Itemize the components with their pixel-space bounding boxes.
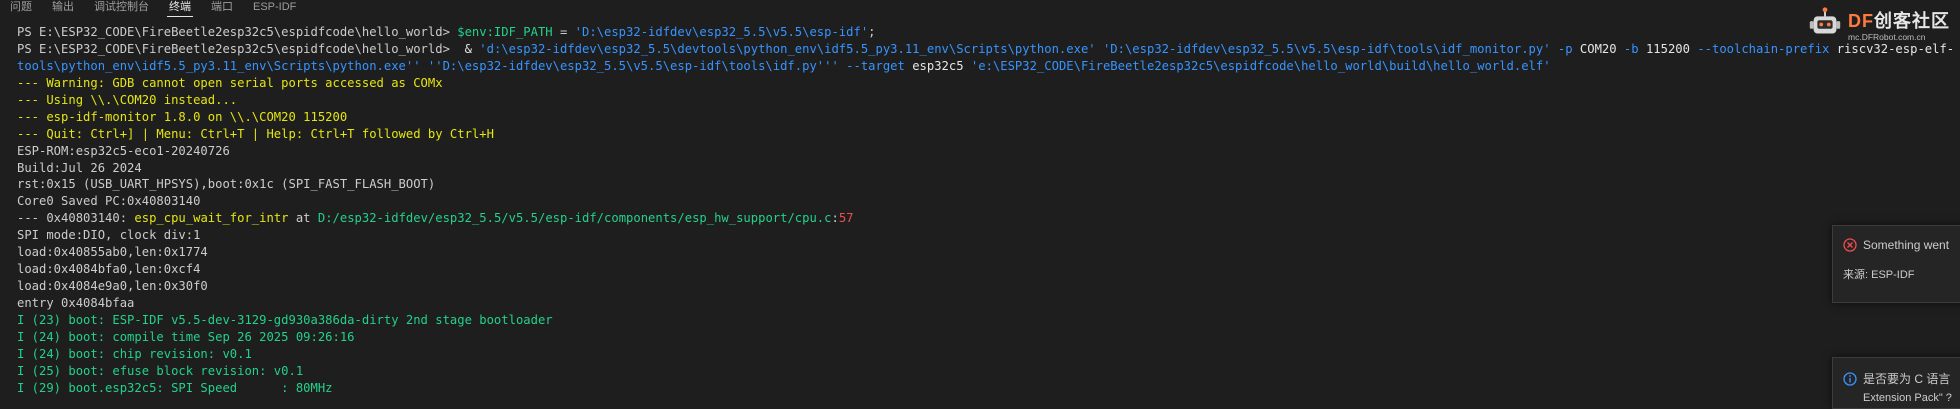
terminal-text-segment: Core0 Saved PC:0x40803140 [17, 194, 201, 209]
terminal-line: --- Using \\.\COM20 instead... [17, 92, 1960, 109]
terminal-text-segment: I (23) boot: ESP-IDF v5.5-dev-3129-gd930… [17, 312, 553, 327]
error-notification-source: 来源: ESP-IDF [1843, 269, 1915, 281]
terminal-line: PS E:\ESP32_CODE\FireBeetle2esp32c5\espi… [17, 41, 1960, 58]
terminal-line: ESP-ROM:esp32c5-eco1-20240726 [17, 143, 1960, 160]
terminal-line: I (23) boot: ESP-IDF v5.5-dev-3129-gd930… [17, 312, 1960, 329]
terminal-text-segment: -p [1550, 41, 1580, 56]
terminal-text-segment: PS E:\ESP32_CODE\FireBeetle2esp32c5\espi… [17, 25, 458, 39]
terminal-line: PS E:\ESP32_CODE\FireBeetle2esp32c5\espi… [17, 24, 1960, 41]
terminal-text-segment: 57 [838, 211, 854, 226]
terminal-line: --- Warning: GDB cannot open serial port… [17, 75, 1960, 92]
terminal-line: entry 0x4084bfaa [17, 295, 1960, 312]
error-icon [1843, 238, 1857, 252]
terminal-text-segment: --- Quit: Ctrl+] | Menu: Ctrl+T | Help: … [17, 126, 494, 141]
terminal-text-segment: load:0x4084e9a0,len:0x30f0 [17, 279, 208, 294]
tab-output[interactable]: 输出 [42, 0, 84, 17]
terminal-text-segment: ESP-ROM:esp32c5-eco1-20240726 [17, 143, 230, 158]
info-notification[interactable]: 是否要为 C 语言 Extension Pack" ? [1832, 357, 1960, 409]
terminal-line: rst:0x15 (USB_UART_HPSYS),boot:0x1c (SPI… [17, 176, 1960, 193]
terminal-text-segment: esp_cpu_wait_for_intr [134, 211, 289, 226]
terminal-text-segment: PS E:\ESP32_CODE\FireBeetle2esp32c5\espi… [17, 41, 458, 56]
terminal-text-segment: Build:Jul 26 2024 [17, 160, 142, 175]
terminal-text-segment: SPI mode:DIO, clock div:1 [17, 228, 201, 243]
terminal-text-segment: --toolchain-prefix [1689, 41, 1837, 56]
terminal-text-segment: --- esp-idf-monitor 1.8.0 on \\.\COM20 1… [17, 109, 348, 124]
terminal-text-segment: riscv32-esp-elf- [1836, 41, 1955, 56]
tab-esp-idf[interactable]: ESP-IDF [243, 0, 306, 17]
terminal-text-segment: at [288, 211, 318, 226]
terminal-line: SPI mode:DIO, clock div:1 [17, 227, 1960, 244]
terminal-text-segment: = [552, 25, 575, 39]
info-notification-message: 是否要为 C 语言 [1863, 372, 1951, 386]
terminal-text-segment: tools\python_env\idf5.5_py3.11_env\Scrip… [17, 58, 839, 73]
terminal-line: load:0x4084bfa0,len:0xcf4 [17, 261, 1960, 278]
terminal-text-segment: esp32c5 [912, 58, 971, 73]
tab-ports[interactable]: 端口 [201, 0, 243, 17]
terminal-output[interactable]: PS E:\ESP32_CODE\FireBeetle2esp32c5\espi… [17, 24, 1960, 395]
terminal-text-segment: 'D:\esp32-idfdev\esp32_5.5\v5.5\esp-idf\… [1102, 41, 1551, 56]
terminal-text-segment: entry 0x4084bfaa [17, 296, 135, 310]
terminal-text-segment: --- 0x40803140: [17, 211, 135, 226]
terminal-text-segment: load:0x4084bfa0,len:0xcf4 [17, 262, 201, 277]
terminal-line: --- Quit: Ctrl+] | Menu: Ctrl+T | Help: … [17, 126, 1960, 143]
terminal-line: load:0x40855ab0,len:0x1774 [17, 244, 1960, 261]
terminal-line: I (25) boot: efuse block revision: v0.1 [17, 363, 1960, 380]
terminal-line: Core0 Saved PC:0x40803140 [17, 193, 1960, 210]
terminal-line: I (24) boot: chip revision: v0.1 [17, 346, 1960, 363]
terminal-text-segment: I (24) boot: chip revision: v0.1 [17, 346, 252, 361]
terminal-text-segment: D:/esp32-idfdev/esp32_5.5/v5.5/esp-idf/c… [317, 211, 832, 226]
terminal-text-segment: I (24) boot: compile time Sep 26 2025 09… [17, 329, 355, 344]
info-icon [1843, 371, 1857, 386]
terminal-text-segment: --- Using \\.\COM20 instead... [17, 92, 238, 107]
terminal-text-segment: load:0x40855ab0,len:0x1774 [17, 245, 208, 260]
terminal-text-segment: ; [868, 25, 876, 39]
terminal-text-segment: COM20 [1579, 41, 1617, 56]
terminal-text-segment: $env:IDF_PATH [457, 25, 553, 39]
terminal-text-segment: & [457, 41, 480, 56]
terminal-line: load:0x4084e9a0,len:0x30f0 [17, 278, 1960, 295]
terminal-line: --- 0x40803140: esp_cpu_wait_for_intr at… [17, 210, 1960, 227]
error-notification[interactable]: Something went 来源: ESP-IDF [1832, 225, 1960, 303]
tab-debug-console[interactable]: 调试控制台 [84, 0, 159, 17]
terminal-text-segment: 'd:\esp32-idfdev\esp32_5.5\devtools\pyth… [479, 41, 1103, 56]
info-notification-message-line2: Extension Pack" ? [1863, 392, 1952, 404]
terminal-text-segment: --- Warning: GDB cannot open serial port… [17, 75, 443, 90]
error-notification-message: Something went [1863, 238, 1950, 252]
terminal-text-segment: 115200 [1645, 41, 1690, 56]
terminal-line: I (29) boot.esp32c5: SPI Speed : 80MHz [17, 380, 1960, 395]
tab-terminal[interactable]: 终端 [159, 0, 201, 17]
terminal-text-segment: --make [1954, 42, 1960, 56]
terminal-line: Build:Jul 26 2024 [17, 160, 1960, 177]
terminal-text-segment: -b [1616, 41, 1646, 56]
terminal-text-segment: --target [838, 58, 913, 73]
terminal-text-segment: 'e:\ESP32_CODE\FireBeetle2esp32c5\espidf… [970, 58, 1551, 73]
terminal-line: --- esp-idf-monitor 1.8.0 on \\.\COM20 1… [17, 109, 1960, 126]
panel-tab-bar: 问题 输出 调试控制台 终端 端口 ESP-IDF [0, 0, 1960, 17]
tab-problems[interactable]: 问题 [0, 0, 42, 17]
terminal-line: I (24) boot: compile time Sep 26 2025 09… [17, 329, 1960, 346]
terminal-text-segment: I (25) boot: efuse block revision: v0.1 [17, 363, 304, 378]
terminal-text-segment: I (29) boot.esp32c5: SPI Speed : 80MHz [17, 380, 333, 395]
terminal-text-segment: rst:0x15 (USB_UART_HPSYS),boot:0x1c (SPI… [17, 177, 436, 192]
terminal-text-segment: 'D:\esp32-idfdev\esp32_5.5\v5.5\esp-idf' [574, 25, 869, 39]
terminal-text-segment: : [831, 211, 839, 226]
terminal-line: tools\python_env\idf5.5_py3.11_env\Scrip… [17, 58, 1960, 75]
